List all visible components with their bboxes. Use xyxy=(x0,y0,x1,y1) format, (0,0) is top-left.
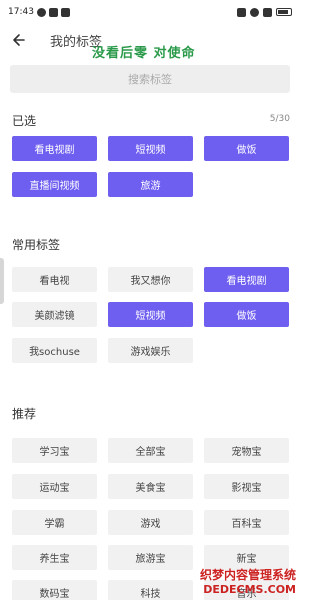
app-icon xyxy=(60,7,70,17)
signal-icon xyxy=(263,7,272,17)
selected-tag-chip[interactable]: 旅游 xyxy=(108,172,193,197)
wifi-icon xyxy=(237,7,246,17)
recommend-tag-chip[interactable]: 学习宝 xyxy=(12,438,97,463)
common-tag-chip[interactable]: 我sochuse xyxy=(12,338,97,363)
common-tag-chip[interactable]: 美颜滤镜 xyxy=(12,302,97,327)
recommend-tag-chip[interactable]: 全部宝 xyxy=(108,438,193,463)
side-drawer-handle[interactable] xyxy=(0,258,4,304)
recommend-tag-chip[interactable]: 游戏 xyxy=(108,510,193,535)
recommend-tag-chip[interactable]: 美食宝 xyxy=(108,474,193,499)
recommend-tag-chip[interactable]: 科技 xyxy=(108,580,193,600)
selected-count: 5/30 xyxy=(269,114,290,124)
section-selected-label: 已选 xyxy=(12,114,37,128)
back-arrow-icon[interactable] xyxy=(10,30,30,50)
site-watermark: 织梦内容管理系统 DEDECMS.COM xyxy=(200,568,296,596)
message-icon xyxy=(48,7,58,17)
status-time: 17:43 xyxy=(8,7,34,17)
battery-icon xyxy=(276,8,292,16)
recommend-tag-chip[interactable]: 学霸 xyxy=(12,510,97,535)
selected-tag-chip[interactable]: 短视频 xyxy=(108,136,193,161)
selected-tag-chip[interactable]: 直播间视频 xyxy=(12,172,97,197)
common-tag-chip[interactable]: 我又想你 xyxy=(108,267,193,292)
selected-tag-chip[interactable]: 看电视剧 xyxy=(12,136,97,161)
recommend-tag-chip[interactable]: 影视宝 xyxy=(204,474,289,499)
common-tag-chip[interactable]: 做饭 xyxy=(204,302,289,327)
headphones-icon xyxy=(250,7,259,17)
common-tag-chip[interactable]: 游戏娱乐 xyxy=(108,338,193,363)
common-tag-chip[interactable]: 短视频 xyxy=(108,302,193,327)
recommend-tag-chip[interactable]: 新宝 xyxy=(204,545,289,570)
recommend-tag-chip[interactable]: 养生宝 xyxy=(12,545,97,570)
selected-tag-chip[interactable]: 做饭 xyxy=(204,136,289,161)
search-input[interactable]: 搜索标签 xyxy=(10,65,290,93)
common-tag-chip[interactable]: 看电视 xyxy=(12,267,97,292)
title-watermark: 没看后零 对使命 xyxy=(92,46,196,61)
watermark-line-1: 织梦内容管理系统 xyxy=(199,568,296,583)
recommend-tag-chip[interactable]: 数码宝 xyxy=(12,580,97,600)
recommend-tag-chip[interactable]: 宠物宝 xyxy=(204,438,289,463)
section-recommend-label: 推荐 xyxy=(12,407,37,421)
status-bar: 17:43 xyxy=(0,0,300,24)
recommend-tag-chip[interactable]: 运动宝 xyxy=(12,474,97,499)
recommend-tag-chip[interactable]: 旅游宝 xyxy=(108,545,193,570)
recommend-tag-chip[interactable]: 百科宝 xyxy=(204,510,289,535)
watermark-line-2: DEDECMS.COM xyxy=(203,582,296,596)
nav-bar: 我的标签 没看后零 对使命 xyxy=(0,24,300,61)
section-common-label: 常用标签 xyxy=(12,238,61,252)
common-tag-chip[interactable]: 看电视剧 xyxy=(204,267,289,292)
notification-icon xyxy=(36,7,46,17)
